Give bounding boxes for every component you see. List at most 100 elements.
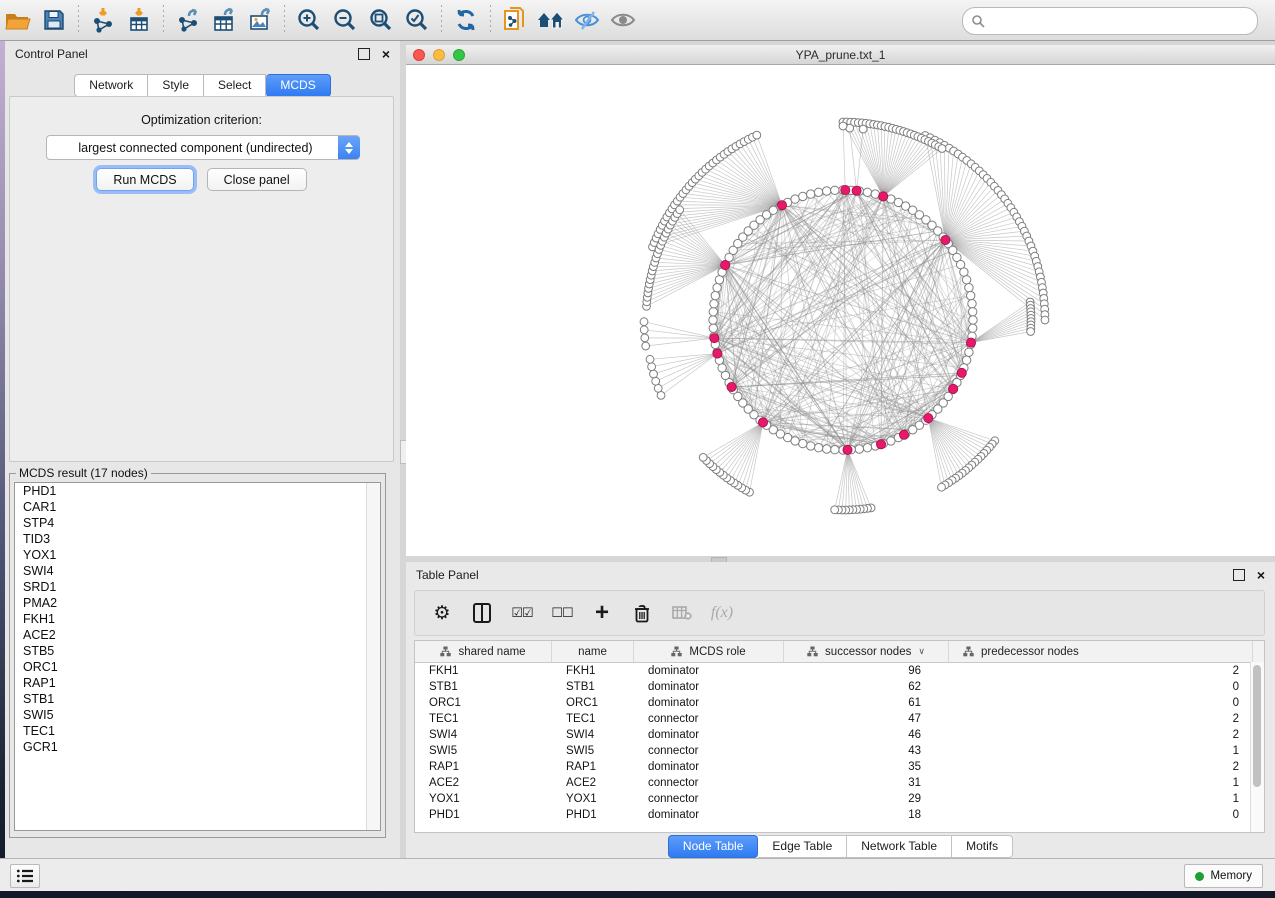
ring-node[interactable]	[823, 445, 831, 453]
tab-node-table[interactable]: Node Table	[668, 835, 759, 858]
ring-node[interactable]	[962, 356, 970, 364]
ring-node[interactable]	[969, 324, 977, 332]
open-session-button[interactable]	[0, 4, 36, 36]
zoom-out-button[interactable]	[327, 4, 363, 36]
ring-node[interactable]	[831, 186, 839, 194]
mcds-hub-node[interactable]	[876, 440, 885, 449]
mcds-result-item[interactable]: CAR1	[15, 499, 380, 515]
mcds-hub-node[interactable]	[841, 185, 850, 194]
add-row-button[interactable]: +	[589, 600, 615, 626]
ring-node[interactable]	[710, 300, 718, 308]
table-row[interactable]: ORC1ORC1dominator610	[415, 695, 1264, 711]
satellite-node[interactable]	[859, 125, 867, 133]
satellite-node[interactable]	[648, 363, 656, 371]
mcds-result-item[interactable]: TEC1	[15, 723, 380, 739]
table-scrollbar[interactable]	[1250, 662, 1264, 832]
mcds-result-item[interactable]: GCR1	[15, 739, 380, 755]
ring-node[interactable]	[709, 308, 717, 316]
ring-node[interactable]	[791, 195, 799, 203]
satellite-node[interactable]	[699, 454, 707, 462]
mcds-result-item[interactable]: STB5	[15, 643, 380, 659]
column-header-name[interactable]: name	[552, 641, 634, 662]
ring-node[interactable]	[831, 446, 839, 454]
function-builder-button[interactable]: f(x)	[709, 600, 735, 626]
export-image-button[interactable]	[242, 4, 278, 36]
tab-motifs[interactable]: Motifs	[952, 835, 1013, 858]
mcds-result-item[interactable]: ORC1	[15, 659, 380, 675]
table-row[interactable]: SWI5SWI5connector431	[415, 743, 1264, 759]
task-history-button[interactable]	[10, 864, 40, 888]
ring-node[interactable]	[863, 188, 871, 196]
ring-node[interactable]	[967, 291, 975, 299]
satellite-node[interactable]	[831, 506, 839, 514]
zoom-selected-button[interactable]	[399, 4, 435, 36]
delete-row-button[interactable]	[629, 600, 655, 626]
show-all-button[interactable]	[605, 4, 641, 36]
ring-node[interactable]	[965, 348, 973, 356]
zoom-in-button[interactable]	[291, 4, 327, 36]
save-session-button[interactable]	[36, 4, 72, 36]
float-panel-icon[interactable]	[358, 48, 370, 60]
satellite-node[interactable]	[1027, 328, 1035, 336]
first-neighbors-button[interactable]	[533, 4, 569, 36]
criterion-select[interactable]: largest connected component (undirected)	[46, 135, 360, 160]
mcds-list-scrollbar[interactable]	[366, 483, 380, 830]
delete-table-button[interactable]	[669, 600, 695, 626]
mcds-hub-node[interactable]	[758, 418, 767, 427]
close-panel-icon[interactable]: ×	[382, 49, 390, 59]
network-from-selection-button[interactable]	[497, 4, 533, 36]
ring-node[interactable]	[718, 364, 726, 372]
mcds-result-item[interactable]: SWI4	[15, 563, 380, 579]
satellite-node[interactable]	[640, 318, 648, 326]
ring-node[interactable]	[823, 187, 831, 195]
satellite-node[interactable]	[640, 326, 648, 334]
ring-node[interactable]	[713, 284, 721, 292]
import-network-button[interactable]	[85, 4, 121, 36]
satellite-node[interactable]	[938, 483, 946, 491]
table-row[interactable]: SWI4SWI4dominator462	[415, 727, 1264, 743]
satellite-node[interactable]	[652, 377, 660, 385]
mcds-result-item[interactable]: RAP1	[15, 675, 380, 691]
tab-network-table[interactable]: Network Table	[847, 835, 952, 858]
column-settings-button[interactable]: ⚙	[429, 600, 455, 626]
ring-node[interactable]	[969, 316, 977, 324]
table-row[interactable]: RAP1RAP1dominator352	[415, 759, 1264, 775]
mcds-result-item[interactable]: FKH1	[15, 611, 380, 627]
ring-node[interactable]	[855, 445, 863, 453]
ring-node[interactable]	[871, 190, 879, 198]
ring-node[interactable]	[960, 268, 968, 276]
ring-node[interactable]	[799, 192, 807, 200]
mcds-hub-node[interactable]	[727, 382, 736, 391]
mcds-result-item[interactable]: PHD1	[15, 483, 380, 499]
ring-node[interactable]	[863, 444, 871, 452]
export-network-button[interactable]	[170, 4, 206, 36]
mcds-hub-node[interactable]	[852, 186, 861, 195]
mcds-hub-node[interactable]	[941, 235, 950, 244]
zoom-fit-button[interactable]	[363, 4, 399, 36]
mcds-result-item[interactable]: SRD1	[15, 579, 380, 595]
ring-node[interactable]	[715, 276, 723, 284]
table-row[interactable]: ACE2ACE2connector311	[415, 775, 1264, 791]
table-row[interactable]: STB1STB1dominator620	[415, 679, 1264, 695]
tab-mcds[interactable]: MCDS	[266, 74, 330, 97]
mcds-hub-node[interactable]	[966, 338, 975, 347]
import-table-button[interactable]	[121, 4, 157, 36]
satellite-node[interactable]	[650, 370, 658, 378]
apply-layout-button[interactable]	[448, 4, 484, 36]
mcds-hub-node[interactable]	[899, 430, 908, 439]
satellite-node[interactable]	[641, 334, 649, 342]
mcds-result-item[interactable]: ACE2	[15, 627, 380, 643]
mcds-hub-node[interactable]	[843, 445, 852, 454]
column-header-predecessor-nodes[interactable]: predecessor nodes	[949, 641, 1253, 662]
satellite-node[interactable]	[839, 122, 847, 130]
export-table-button[interactable]	[206, 4, 242, 36]
satellite-node[interactable]	[1041, 316, 1049, 324]
select-all-button[interactable]: ☑☑	[509, 600, 535, 626]
satellite-node[interactable]	[676, 206, 684, 214]
satellite-node[interactable]	[753, 131, 761, 139]
satellite-node[interactable]	[642, 342, 650, 350]
search-input[interactable]	[991, 13, 1249, 29]
ring-node[interactable]	[814, 444, 822, 452]
mcds-hub-node[interactable]	[879, 192, 888, 201]
window-minimize-traffic-light[interactable]	[433, 49, 445, 61]
